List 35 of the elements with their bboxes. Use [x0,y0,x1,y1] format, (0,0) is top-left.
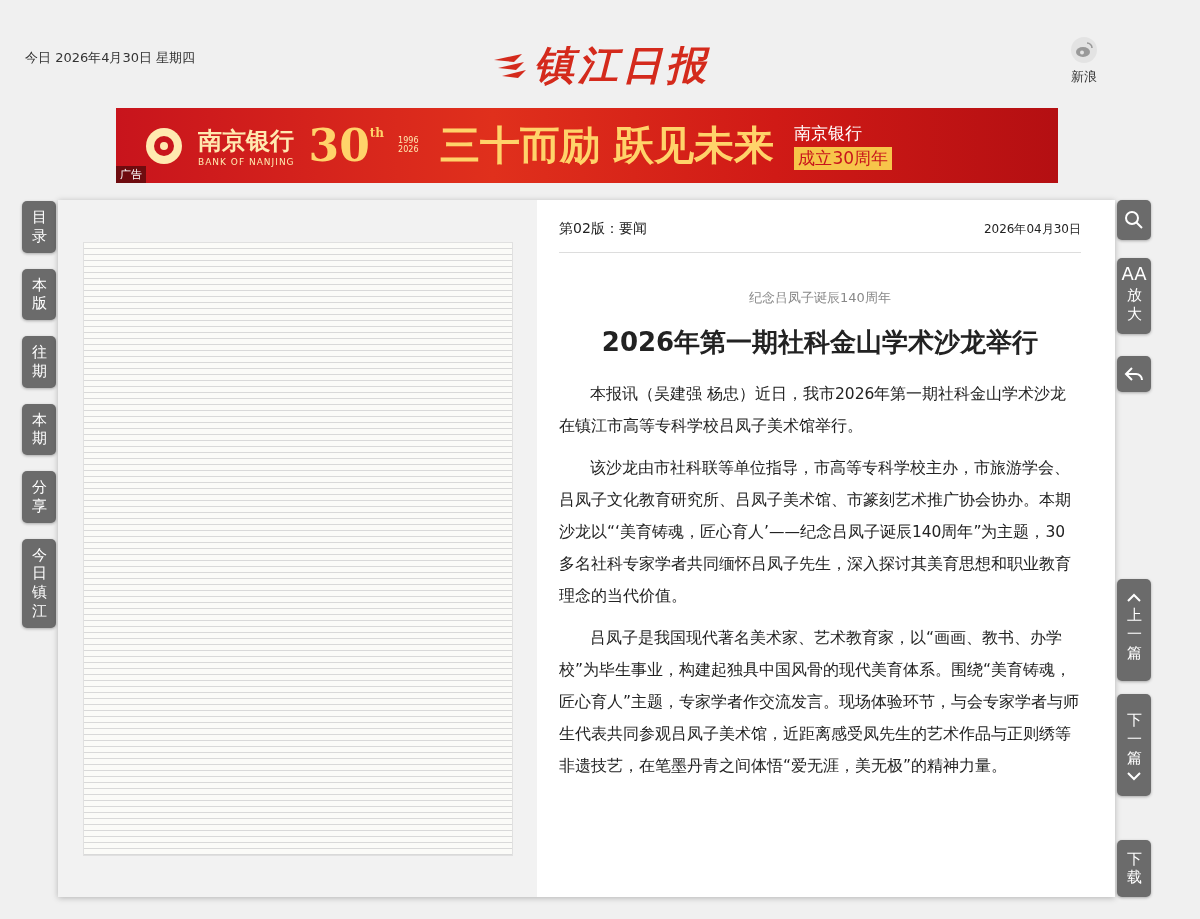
ad-label: 广告 [116,166,146,183]
search-icon [1124,210,1144,230]
ad-caption: 南京银行 [794,121,864,145]
nav-button[interactable]: 往期 [22,336,56,388]
article-kicker: 纪念吕凤子诞辰140周年 [748,289,892,307]
article-date: 2026年04月30日 [983,220,1081,238]
nav-button[interactable]: 分享 [22,471,56,523]
back-button[interactable] [1117,355,1151,392]
article-title: 2026年第一期社科金山学术沙龙举行 [600,326,1040,359]
download-button[interactable]: 下载 [1117,839,1151,897]
chevron-down-icon [1126,770,1142,781]
ad-slogan: 三十而励 跃见未来 [440,120,775,170]
newspaper-logo[interactable]: 镇江日报 [534,38,710,93]
nav-button[interactable]: 本期 [22,403,56,455]
next-article-button[interactable]: 下一篇 [1117,693,1151,796]
page-section-label: 第02版：要闻 [559,220,647,238]
article-paragraph: 该沙龙由市社科联等单位指导，市高等专科学校主办，市旅游学会、吕凤子文化教育研究所、吕凤子美术馆、市篆刻艺术推广协会协办。本期沙龙以“‘美育铸魂，匠心育人’——纪念吕凤子诞辰140周年”为主题，30多名社科专家学者共同缅怀吕凤子先生，深入探讨其美育思想和职业教育理念的当代价值。 [559,458,1072,607]
search-button[interactable] [1117,200,1151,240]
previous-article-button[interactable]: 上一篇 [1117,578,1151,681]
bank-name: 南京银行 [198,124,295,157]
zoom-button[interactable]: AA 放大 [1117,258,1151,334]
nav-button[interactable]: 今日镇江 [22,538,56,628]
chevron-up-icon [1126,593,1142,604]
article-paragraph: 本报讯（吴建强 杨忠）近日，我市2026年第一期社科金山学术沙龙在镇江市高等专科学校吕凤子美术馆举行。 [559,384,1068,437]
anniversary-number: 30$^{th}$ [308,120,385,171]
bank-logo-icon [144,125,184,166]
date-text: 今日 2026年4月30日 星期四 [25,49,197,67]
article-paragraph: 吕凤子是我国现代著名美术家、艺术教育家，以“画画、教书、办学校”为毕生事业，构建起独具中国风骨的现代美育体系。围绕“美育铸魂，匠心育人”主题，专家学者作交流发言。现场体验环节，与会专家学者与师生代表共同参观吕凤子美术馆，近距离感受凤先生的艺术作品与正则绣等非遗技艺，在笔墨丹青之间体悟“爱无涯，美无极”的精神力量。 [559,628,1081,777]
return-arrow-icon [1124,365,1144,382]
bank-name-english: BANK OF NANJING [198,156,295,167]
nav-button[interactable]: 目录 [22,201,56,253]
nav-button[interactable]: 本版 [22,268,56,320]
share-label[interactable]: 新浪 [1071,68,1097,86]
anniversary-years: 1996 2026 [398,136,419,155]
ad-caption: 成立30周年 [794,146,893,170]
